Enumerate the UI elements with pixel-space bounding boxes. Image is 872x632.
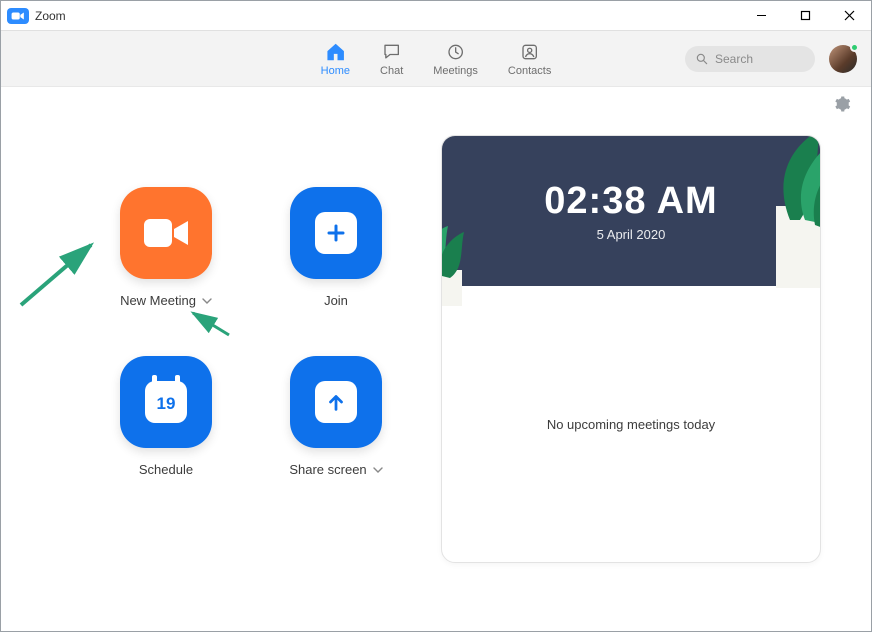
- avatar[interactable]: [829, 45, 857, 73]
- new-meeting-button[interactable]: [120, 187, 212, 279]
- share-screen-label-row: Share screen: [289, 462, 382, 477]
- plant-decoration-icon: [441, 226, 504, 306]
- share-screen-button[interactable]: [290, 356, 382, 448]
- main-area: New Meeting Join 19: [1, 87, 871, 631]
- tab-chat[interactable]: Chat: [380, 41, 403, 77]
- join-action: Join: [251, 187, 421, 308]
- calendar-day: 19: [157, 394, 176, 414]
- clock-icon: [445, 41, 467, 63]
- chevron-down-icon[interactable]: [373, 465, 383, 475]
- tab-home[interactable]: Home: [321, 41, 350, 77]
- card-hero: 02:38 AM 5 April 2020: [442, 136, 820, 286]
- join-button[interactable]: [290, 187, 382, 279]
- action-label: New Meeting: [120, 293, 196, 308]
- maximize-button[interactable]: [783, 1, 827, 31]
- action-label: Join: [324, 293, 348, 308]
- presence-online-icon: [850, 43, 859, 52]
- minimize-button[interactable]: [739, 1, 783, 31]
- action-label: Share screen: [289, 462, 366, 477]
- plus-icon: [315, 212, 357, 254]
- calendar-icon: 19: [145, 381, 187, 423]
- search-placeholder: Search: [715, 52, 753, 66]
- info-card: 02:38 AM 5 April 2020 No upcoming meetin…: [441, 135, 821, 563]
- arrow-up-icon: [315, 381, 357, 423]
- search-icon: [695, 52, 709, 66]
- window-titlebar: Zoom: [1, 1, 871, 31]
- video-icon: [142, 217, 190, 249]
- top-nav: Home Chat Meetings Contacts Search: [1, 31, 871, 87]
- join-label-row: Join: [324, 293, 348, 308]
- titlebar-left: Zoom: [1, 8, 66, 24]
- plant-decoration-icon: [720, 135, 821, 290]
- schedule-action: 19 Schedule: [81, 356, 251, 477]
- nav-right: Search: [685, 45, 871, 73]
- search-input[interactable]: Search: [685, 46, 815, 72]
- current-time: 02:38 AM: [544, 180, 717, 223]
- current-date: 5 April 2020: [597, 227, 666, 242]
- close-button[interactable]: [827, 1, 871, 31]
- home-icon: [324, 41, 346, 63]
- empty-state-text: No upcoming meetings today: [547, 417, 715, 432]
- action-grid: New Meeting Join 19: [81, 187, 421, 477]
- window-controls: [739, 1, 871, 31]
- tab-label: Contacts: [508, 65, 551, 77]
- tab-label: Chat: [380, 65, 403, 77]
- action-label: Schedule: [139, 462, 193, 477]
- window-title: Zoom: [35, 9, 66, 23]
- card-body: No upcoming meetings today: [442, 286, 820, 562]
- share-screen-action: Share screen: [251, 356, 421, 477]
- schedule-button[interactable]: 19: [120, 356, 212, 448]
- zoom-app-icon: [7, 8, 29, 24]
- tab-label: Meetings: [433, 65, 478, 77]
- schedule-label-row: Schedule: [139, 462, 193, 477]
- nav-tabs: Home Chat Meetings Contacts: [321, 41, 552, 77]
- new-meeting-label-row: New Meeting: [120, 293, 212, 308]
- tab-contacts[interactable]: Contacts: [508, 41, 551, 77]
- contacts-icon: [519, 41, 541, 63]
- new-meeting-action: New Meeting: [81, 187, 251, 308]
- tab-label: Home: [321, 65, 350, 77]
- chevron-down-icon[interactable]: [202, 296, 212, 306]
- chat-icon: [381, 41, 403, 63]
- tab-meetings[interactable]: Meetings: [433, 41, 478, 77]
